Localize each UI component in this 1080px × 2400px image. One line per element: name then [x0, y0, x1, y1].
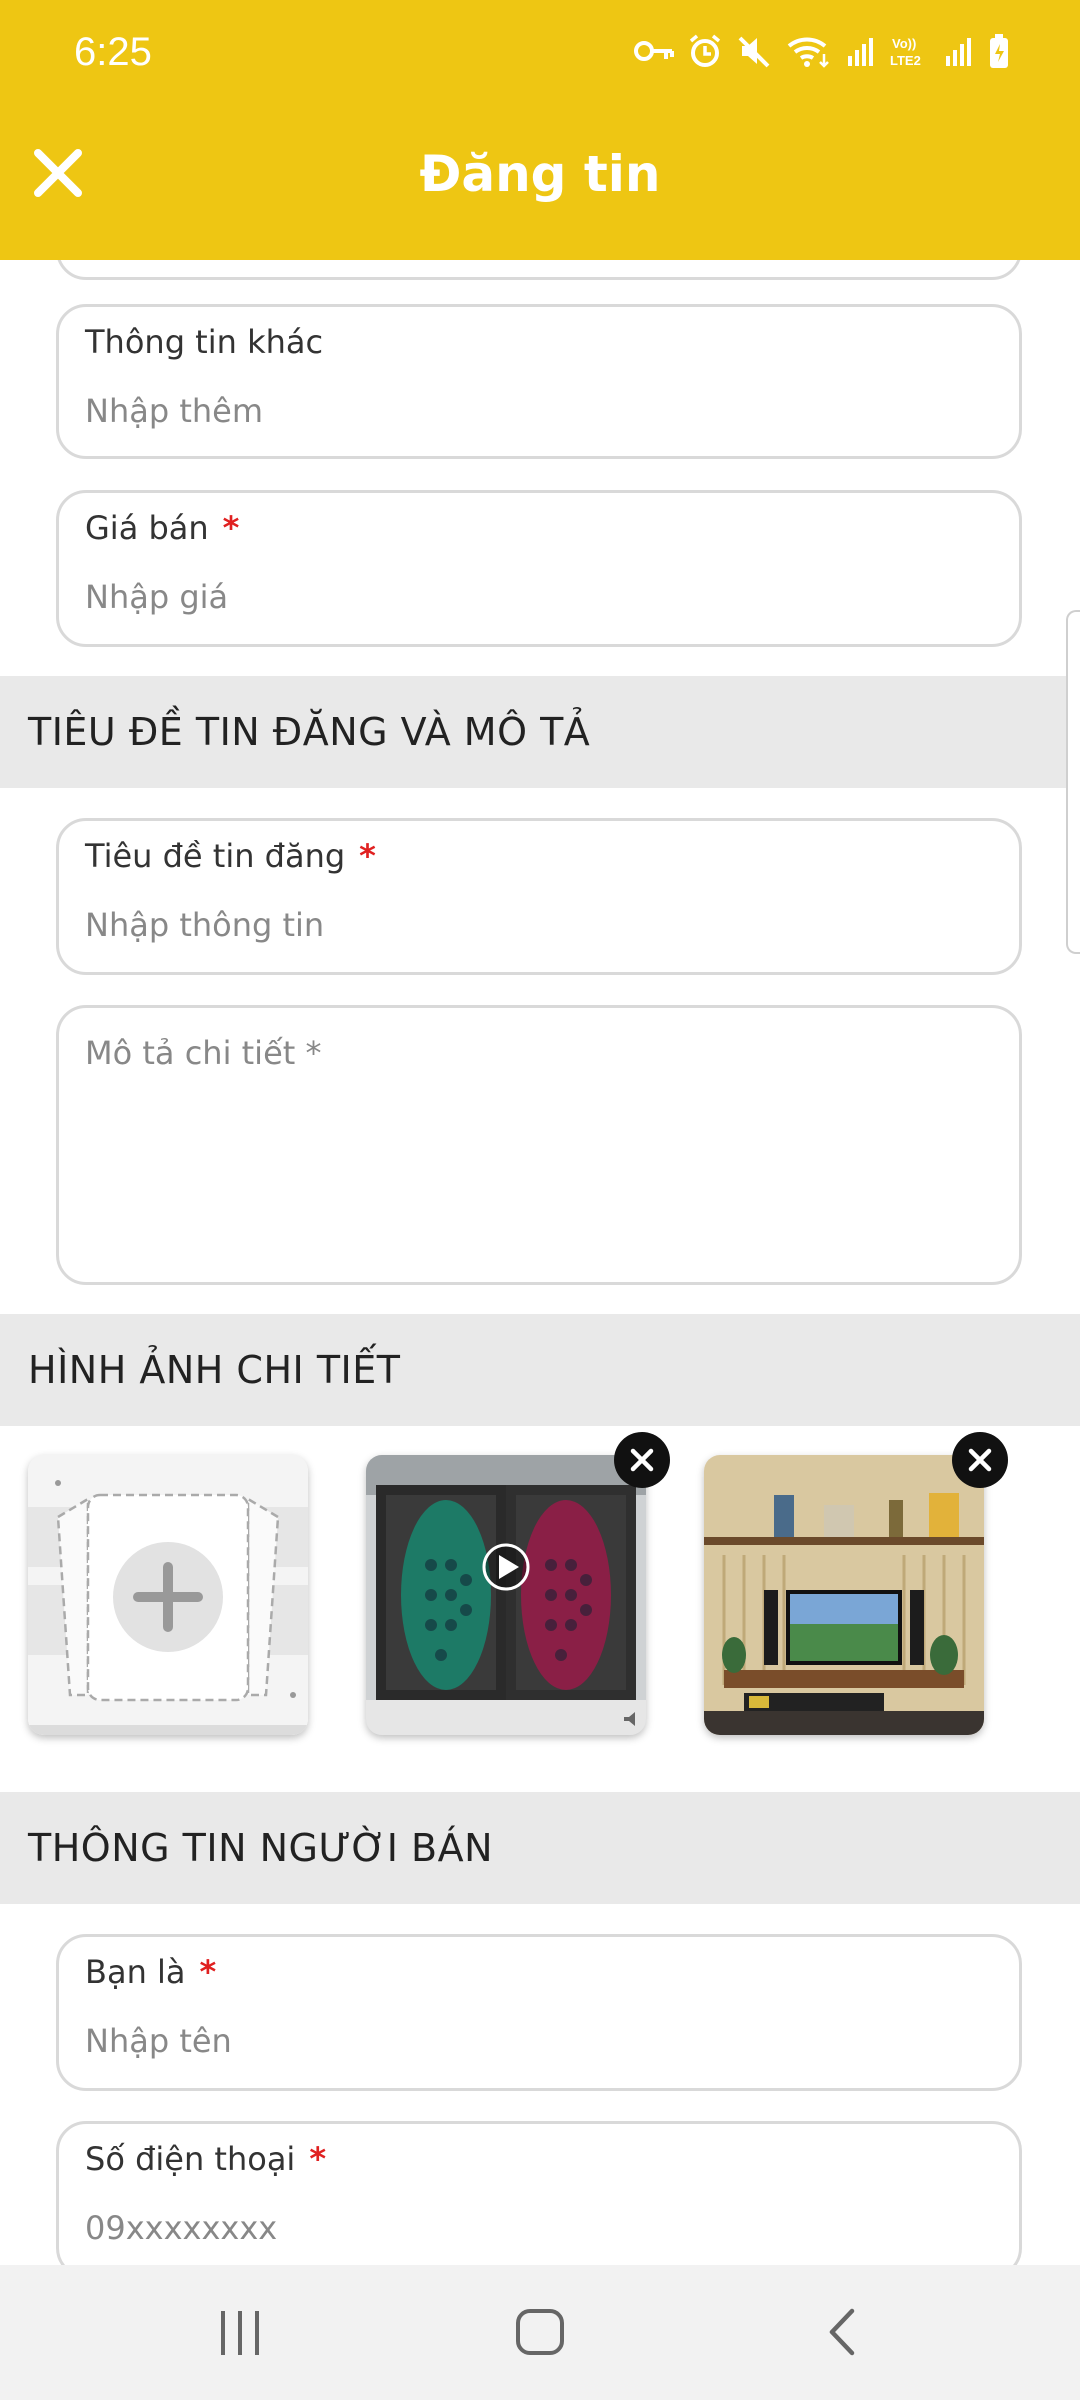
- section-seller-heading: THÔNG TIN NGƯỜI BÁN: [28, 1826, 494, 1870]
- image-thumbnail-video[interactable]: [366, 1455, 646, 1735]
- price-label: Giá bán *: [85, 509, 239, 547]
- alarm-icon: [689, 34, 721, 67]
- battery-icon: [990, 34, 1008, 68]
- back-icon: [829, 2308, 855, 2356]
- status-time: 6:25: [74, 30, 152, 74]
- mute-icon: [738, 36, 770, 68]
- post-ad-screen: 6:25 Vo)) LTE2 Đăng tin Thông tin khác Gi…: [0, 0, 1080, 2400]
- svg-text:Vo)): Vo)): [892, 36, 916, 51]
- volte-icon: Vo)) LTE2: [890, 36, 921, 68]
- vpn-key-icon: [634, 41, 674, 61]
- remove-image-button[interactable]: [614, 1432, 670, 1488]
- section-title-desc-heading: TIÊU ĐỀ TIN ĐĂNG VÀ MÔ TẢ: [28, 710, 591, 754]
- scrollbar[interactable]: [1066, 610, 1080, 954]
- title-input[interactable]: [85, 903, 993, 947]
- description-field[interactable]: [56, 1005, 1022, 1285]
- svg-text:LTE2: LTE2: [890, 53, 921, 68]
- page-title: Đăng tin: [419, 145, 661, 203]
- required-mark: *: [222, 509, 240, 547]
- previous-field[interactable]: [56, 260, 1022, 280]
- desk-photo-thumbnail: [704, 1455, 984, 1735]
- title-field[interactable]: Tiêu đề tin đăng *: [56, 818, 1022, 975]
- seller-name-input[interactable]: [85, 2019, 993, 2063]
- required-mark: *: [359, 837, 376, 875]
- mouse-video-thumbnail: [366, 1455, 646, 1735]
- seller-name-label: Bạn là *: [85, 1953, 216, 1991]
- other-info-input[interactable]: [85, 389, 993, 433]
- signal-icon: [946, 38, 971, 66]
- section-seller: THÔNG TIN NGƯỜI BÁN: [0, 1792, 1080, 1904]
- title-label-text: Tiêu đề tin đăng: [85, 837, 346, 875]
- section-images-heading: HÌNH ẢNH CHI TIẾT: [28, 1348, 401, 1392]
- other-info-field[interactable]: Thông tin khác: [56, 304, 1022, 459]
- signal-icon: [848, 38, 873, 66]
- wifi-icon: [787, 37, 829, 68]
- image-thumbnail-photo[interactable]: [704, 1455, 984, 1735]
- status-icons: Vo)) LTE2: [634, 34, 1010, 68]
- recents-button[interactable]: [215, 2305, 265, 2365]
- seller-name-label-text: Bạn là: [85, 1953, 186, 1991]
- home-icon: [516, 2309, 564, 2355]
- required-mark: *: [199, 1953, 217, 1991]
- close-icon: [968, 1448, 992, 1472]
- price-label-text: Giá bán: [85, 509, 209, 547]
- price-field[interactable]: Giá bán *: [56, 490, 1022, 647]
- required-mark: *: [309, 2140, 327, 2178]
- phone-label: Số điện thoại *: [85, 2140, 326, 2178]
- description-textarea[interactable]: [85, 1034, 993, 1262]
- phone-input[interactable]: [85, 2206, 993, 2250]
- back-button[interactable]: [820, 2305, 864, 2365]
- title-label: Tiêu đề tin đăng *: [85, 837, 376, 875]
- app-header: 6:25 Vo)) LTE2 Đăng tin: [0, 0, 1080, 260]
- add-photo-button[interactable]: [28, 1455, 308, 1735]
- system-nav-bar: [0, 2265, 1080, 2400]
- section-images: HÌNH ẢNH CHI TIẾT: [0, 1314, 1080, 1426]
- remove-image-button[interactable]: [952, 1432, 1008, 1488]
- section-title-desc: TIÊU ĐỀ TIN ĐĂNG VÀ MÔ TẢ: [0, 676, 1080, 788]
- close-icon: [630, 1448, 654, 1472]
- other-info-label: Thông tin khác: [85, 323, 324, 361]
- add-photo-icon: [28, 1455, 308, 1735]
- seller-name-field[interactable]: Bạn là *: [56, 1934, 1022, 2091]
- price-input[interactable]: [85, 575, 993, 619]
- phone-field[interactable]: Số điện thoại *: [56, 2121, 1022, 2265]
- phone-label-text: Số điện thoại: [85, 2140, 296, 2178]
- form-content: Thông tin khác Giá bán * TIÊU ĐỀ TIN ĐĂNG…: [0, 260, 1080, 2265]
- recents-icon: [221, 2311, 259, 2355]
- home-button[interactable]: [512, 2305, 568, 2365]
